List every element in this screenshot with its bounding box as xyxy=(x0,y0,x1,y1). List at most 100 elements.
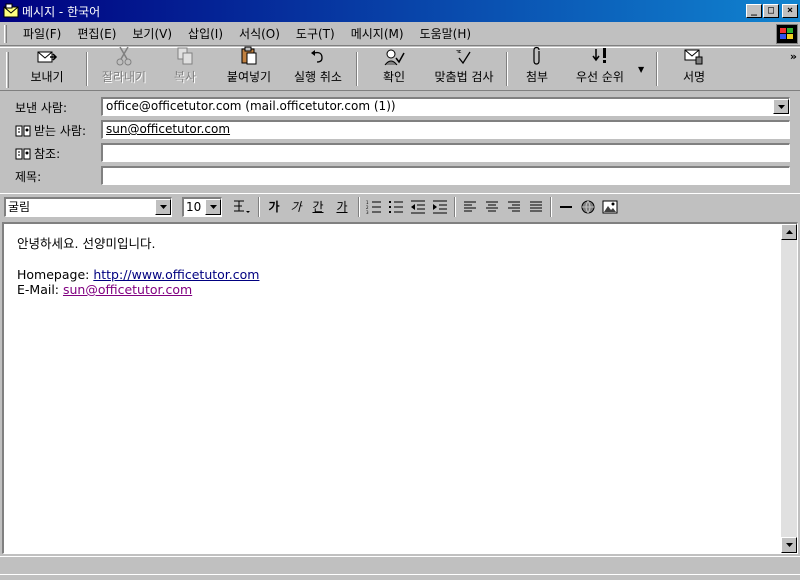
align-right-icon xyxy=(508,201,520,211)
check-names-label: 확인 xyxy=(382,70,406,84)
scroll-up-button[interactable] xyxy=(781,224,797,240)
message-body-editor[interactable]: 안녕하세요. 선양미입니다. Homepage: http://www.offi… xyxy=(2,222,798,554)
close-button[interactable]: × xyxy=(782,4,798,18)
homepage-link[interactable]: http://www.officetutor.com xyxy=(93,267,259,282)
title-bar[interactable]: 메시지 - 한국어 _ □ × xyxy=(0,0,800,22)
menu-insert[interactable]: 삽입(I) xyxy=(180,25,231,42)
subject-row: 제목: xyxy=(0,166,800,186)
vertical-scrollbar[interactable] xyxy=(781,224,797,553)
homepage-line: Homepage: http://www.officetutor.com xyxy=(17,267,259,283)
to-field[interactable]: sun@officetutor.com xyxy=(101,120,790,139)
paste-label: 붙여넣기 xyxy=(226,70,272,84)
align-center-button[interactable] xyxy=(482,197,502,217)
font-value: 굴림 xyxy=(8,199,31,214)
menu-grip[interactable] xyxy=(4,24,7,43)
italic-button[interactable]: 가 xyxy=(286,197,306,217)
maximize-button[interactable]: □ xyxy=(763,4,779,18)
email-link[interactable]: sun@officetutor.com xyxy=(63,282,192,297)
justify-button[interactable] xyxy=(526,197,546,217)
email-line: E-Mail: sun@officetutor.com xyxy=(17,282,259,298)
toolbar-separator xyxy=(656,52,658,86)
numbered-list-icon: 123 xyxy=(366,200,381,214)
format-separator xyxy=(358,196,360,217)
window-title: 메시지 - 한국어 xyxy=(22,4,101,19)
signature-button[interactable]: 서명 xyxy=(662,48,726,90)
insert-picture-button[interactable] xyxy=(600,197,620,217)
underline-button[interactable]: 간 xyxy=(308,197,328,217)
copy-button[interactable]: 복사 xyxy=(156,46,214,90)
svg-text:ᄀᄃ: ᄀᄃ xyxy=(455,49,462,58)
font-color-button[interactable]: 가 xyxy=(330,197,354,217)
to-label-group[interactable]: 받는 사람: xyxy=(15,122,86,139)
send-button[interactable]: 보내기 xyxy=(12,48,82,90)
font-dropdown-arrow[interactable] xyxy=(155,198,171,215)
toolbar-separator xyxy=(356,52,358,86)
from-dropdown-arrow[interactable] xyxy=(773,99,789,114)
scroll-down-button[interactable] xyxy=(781,537,797,553)
menu-file[interactable]: 파일(F) xyxy=(13,25,69,42)
menu-help[interactable]: 도움말(H) xyxy=(412,25,480,42)
toolbar-grip[interactable] xyxy=(6,52,9,88)
subject-label: 제목: xyxy=(15,170,42,184)
undo-icon xyxy=(309,48,327,66)
address-book-icon xyxy=(15,125,31,136)
align-left-button[interactable] xyxy=(460,197,480,217)
toolbar-separator xyxy=(86,52,88,86)
attach-button[interactable]: 첨부 xyxy=(512,46,562,90)
bulleted-list-icon xyxy=(389,200,403,213)
increase-indent-icon xyxy=(433,200,447,213)
font-size-dropdown-arrow[interactable] xyxy=(205,198,221,215)
from-value: office@officetutor.com (mail.officetutor… xyxy=(106,99,396,113)
cut-button[interactable]: 잘라내기 xyxy=(92,46,156,90)
from-select[interactable]: office@officetutor.com (mail.officetutor… xyxy=(101,97,790,116)
main-toolbar: 보내기 잘라내기 복사 붙여넣기 실행 취소 확인 ᄀᄃ 맞춤법 검사 첨부 우… xyxy=(0,46,800,91)
menu-message[interactable]: 메시지(M) xyxy=(343,25,412,42)
bulleted-list-button[interactable] xyxy=(386,197,406,217)
toolbar-more-chevron[interactable]: » xyxy=(790,50,797,63)
decrease-indent-button[interactable] xyxy=(408,197,428,217)
priority-icon xyxy=(590,46,610,66)
menu-edit[interactable]: 편집(E) xyxy=(69,25,124,42)
align-right-button[interactable] xyxy=(504,197,524,217)
taskbar-strip xyxy=(0,574,800,580)
align-center-icon xyxy=(486,201,498,211)
numbered-list-button[interactable]: 123 xyxy=(364,197,384,217)
font-select[interactable]: 굴림 xyxy=(4,196,172,217)
paste-button[interactable]: 붙여넣기 xyxy=(214,46,284,90)
greeting-line: 안녕하세요. 선양미입니다. xyxy=(17,236,156,251)
cc-field[interactable] xyxy=(101,143,790,162)
undo-button[interactable]: 실행 취소 xyxy=(284,48,352,90)
increase-indent-button[interactable] xyxy=(430,197,450,217)
copy-label: 복사 xyxy=(173,70,197,84)
copy-icon xyxy=(176,46,194,66)
cc-label-group[interactable]: 참조: xyxy=(15,145,60,162)
menu-view[interactable]: 보기(V) xyxy=(124,25,180,42)
horizontal-line-button[interactable] xyxy=(556,197,576,217)
paperclip-icon xyxy=(531,46,543,66)
send-label: 보내기 xyxy=(30,70,64,84)
address-book-icon xyxy=(15,148,31,159)
menu-format[interactable]: 서식(O) xyxy=(231,25,288,42)
attach-label: 첨부 xyxy=(525,70,549,84)
spell-check-icon: ᄀᄃ xyxy=(453,48,475,66)
envelope-icon xyxy=(3,3,19,19)
email-label: E-Mail: xyxy=(17,282,63,297)
format-separator xyxy=(454,196,456,217)
subject-field[interactable] xyxy=(101,166,790,185)
paragraph-style-button[interactable] xyxy=(230,197,254,217)
svg-text:3: 3 xyxy=(366,210,369,214)
menu-tools[interactable]: 도구(T) xyxy=(288,25,343,42)
undo-label: 실행 취소 xyxy=(294,70,342,84)
check-names-button[interactable]: 확인 xyxy=(362,48,426,90)
format-separator xyxy=(550,196,552,217)
priority-dropdown-arrow[interactable]: ▼ xyxy=(638,48,652,90)
priority-button[interactable]: 우선 순위 xyxy=(562,48,638,90)
spelling-button[interactable]: ᄀᄃ 맞춤법 검사 xyxy=(426,48,502,90)
insert-link-button[interactable] xyxy=(578,197,598,217)
font-size-select[interactable]: 10 xyxy=(182,196,222,217)
minimize-button[interactable]: _ xyxy=(746,4,762,18)
toolbar-separator xyxy=(506,52,508,86)
bold-button[interactable]: 가 xyxy=(264,197,284,217)
cut-label: 잘라내기 xyxy=(101,70,147,84)
signature-label: 서명 xyxy=(682,70,706,84)
